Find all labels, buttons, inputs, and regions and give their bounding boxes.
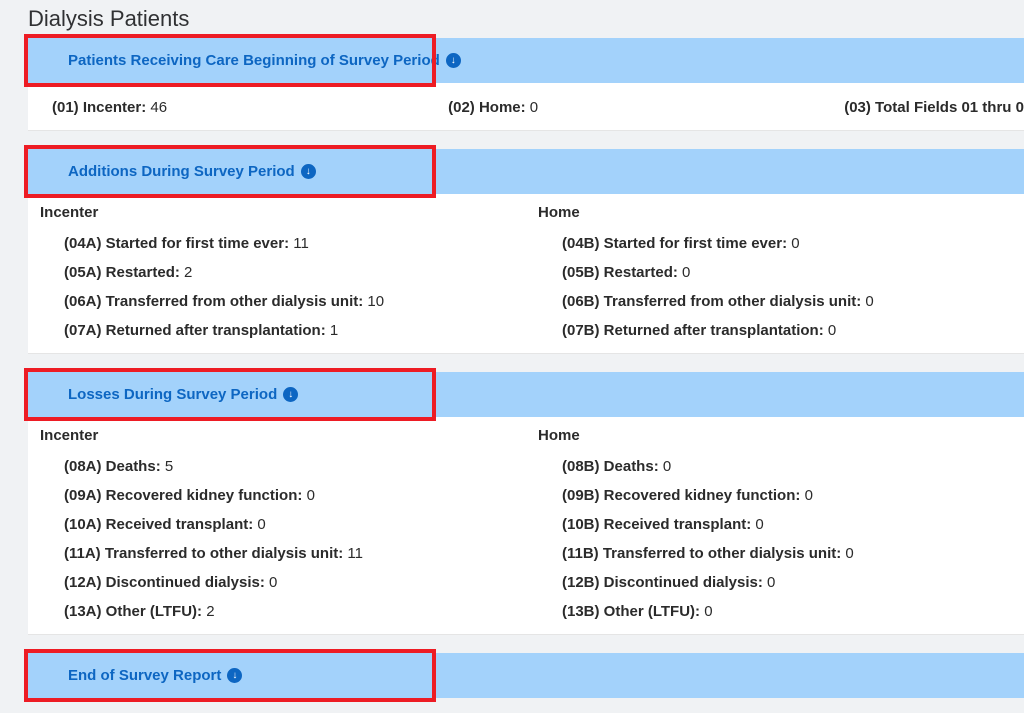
row-label: (08A) Deaths: (64, 458, 161, 475)
list-item: (13A) Other (LTFU): 2 (40, 597, 526, 626)
row-value: 0 (307, 487, 315, 504)
section-toggle-receiving[interactable]: Patients Receiving Care Beginning of Sur… (68, 52, 461, 69)
field-03-label: (03) Total Fields 01 thru 0 (844, 99, 1024, 116)
field-02-label: (02) Home: (448, 99, 526, 116)
row-label: (07A) Returned after transplantation: (64, 322, 326, 339)
list-item: (11A) Transferred to other dialysis unit… (40, 539, 526, 568)
list-item: (05B) Restarted: 0 (538, 258, 1024, 287)
row-label: (04B) Started for first time ever: (562, 235, 787, 252)
row-label: (11B) Transferred to other dialysis unit… (562, 545, 841, 562)
row-label: (11A) Transferred to other dialysis unit… (64, 545, 343, 562)
list-item: (10A) Received transplant: 0 (40, 510, 526, 539)
chevron-down-icon: ↓ (446, 53, 461, 68)
row-value: 0 (269, 574, 277, 591)
chevron-down-icon: ↓ (301, 164, 316, 179)
row-label: (13A) Other (LTFU): (64, 603, 202, 620)
chevron-down-icon: ↓ (227, 668, 242, 683)
field-01-label: (01) Incenter: (52, 99, 146, 116)
list-item: (07B) Returned after transplantation: 0 (538, 316, 1024, 345)
row-value: 0 (767, 574, 775, 591)
page-title: Dialysis Patients (28, 6, 1024, 32)
row-label: (12B) Discontinued dialysis: (562, 574, 763, 591)
field-02-value: 0 (530, 99, 538, 116)
row-label: (05A) Restarted: (64, 264, 180, 281)
row-value: 0 (257, 516, 265, 533)
list-item: (05A) Restarted: 2 (40, 258, 526, 287)
section-header-additions: Additions During Survey Period ↓ (28, 149, 1024, 194)
row-value: 0 (682, 264, 690, 281)
section-losses: Losses During Survey Period ↓ Incenter (… (0, 372, 1024, 635)
list-item: (08B) Deaths: 0 (538, 452, 1024, 481)
section-toggle-losses[interactable]: Losses During Survey Period ↓ (68, 386, 298, 403)
list-item: (12A) Discontinued dialysis: 0 (40, 568, 526, 597)
list-item: (09A) Recovered kidney function: 0 (40, 481, 526, 510)
section-header-end: End of Survey Report ↓ (28, 653, 1024, 698)
row-value: 0 (755, 516, 763, 533)
row-value: 0 (663, 458, 671, 475)
section-toggle-end[interactable]: End of Survey Report ↓ (68, 667, 242, 684)
row-value: 10 (367, 293, 384, 310)
section-header-label: Patients Receiving Care Beginning of Sur… (68, 52, 440, 69)
list-item: (04B) Started for first time ever: 0 (538, 229, 1024, 258)
list-item: (09B) Recovered kidney function: 0 (538, 481, 1024, 510)
row-label: (10B) Received transplant: (562, 516, 751, 533)
section-end-report: End of Survey Report ↓ (0, 653, 1024, 698)
list-item: (11B) Transferred to other dialysis unit… (538, 539, 1024, 568)
section-header-label: Losses During Survey Period (68, 386, 277, 403)
row-value: 11 (347, 545, 363, 562)
row-value: 0 (805, 487, 813, 504)
list-item: (07A) Returned after transplantation: 1 (40, 316, 526, 345)
list-item: (04A) Started for first time ever: 11 (40, 229, 526, 258)
list-item: (10B) Received transplant: 0 (538, 510, 1024, 539)
chevron-down-icon: ↓ (283, 387, 298, 402)
row-label: (13B) Other (LTFU): (562, 603, 700, 620)
row-value: 2 (206, 603, 214, 620)
row-label: (07B) Returned after transplantation: (562, 322, 824, 339)
row-value: 0 (865, 293, 873, 310)
row-label: (06B) Transferred from other dialysis un… (562, 293, 861, 310)
row-label: (04A) Started for first time ever: (64, 235, 289, 252)
list-item: (06B) Transferred from other dialysis un… (538, 287, 1024, 316)
row-value: 11 (293, 235, 309, 252)
section-header-losses: Losses During Survey Period ↓ (28, 372, 1024, 417)
incenter-heading: Incenter (40, 427, 526, 444)
field-01-value: 46 (150, 99, 167, 116)
list-item: (13B) Other (LTFU): 0 (538, 597, 1024, 626)
row-label: (06A) Transferred from other dialysis un… (64, 293, 363, 310)
incenter-heading: Incenter (40, 204, 526, 221)
list-item: (12B) Discontinued dialysis: 0 (538, 568, 1024, 597)
row-value: 2 (184, 264, 192, 281)
row-value: 0 (704, 603, 712, 620)
row-label: (09A) Recovered kidney function: (64, 487, 302, 504)
row-label: (12A) Discontinued dialysis: (64, 574, 265, 591)
row-label: (05B) Restarted: (562, 264, 678, 281)
row-value: 5 (165, 458, 173, 475)
section-header-receiving: Patients Receiving Care Beginning of Sur… (28, 38, 1024, 83)
home-heading: Home (538, 427, 1024, 444)
row-value: 0 (791, 235, 799, 252)
row-value: 0 (845, 545, 853, 562)
section-additions: Additions During Survey Period ↓ Incente… (0, 149, 1024, 354)
section-header-label: Additions During Survey Period (68, 163, 295, 180)
section-toggle-additions[interactable]: Additions During Survey Period ↓ (68, 163, 316, 180)
list-item: (08A) Deaths: 5 (40, 452, 526, 481)
row-label: (09B) Recovered kidney function: (562, 487, 800, 504)
section-receiving-care: Patients Receiving Care Beginning of Sur… (0, 38, 1024, 131)
row-label: (10A) Received transplant: (64, 516, 253, 533)
row-value: 0 (828, 322, 836, 339)
home-heading: Home (538, 204, 1024, 221)
section-header-label: End of Survey Report (68, 667, 221, 684)
list-item: (06A) Transferred from other dialysis un… (40, 287, 526, 316)
receiving-row: (01) Incenter: 46 (02) Home: 0 (03) Tota… (28, 93, 1024, 122)
row-value: 1 (330, 322, 338, 339)
row-label: (08B) Deaths: (562, 458, 659, 475)
